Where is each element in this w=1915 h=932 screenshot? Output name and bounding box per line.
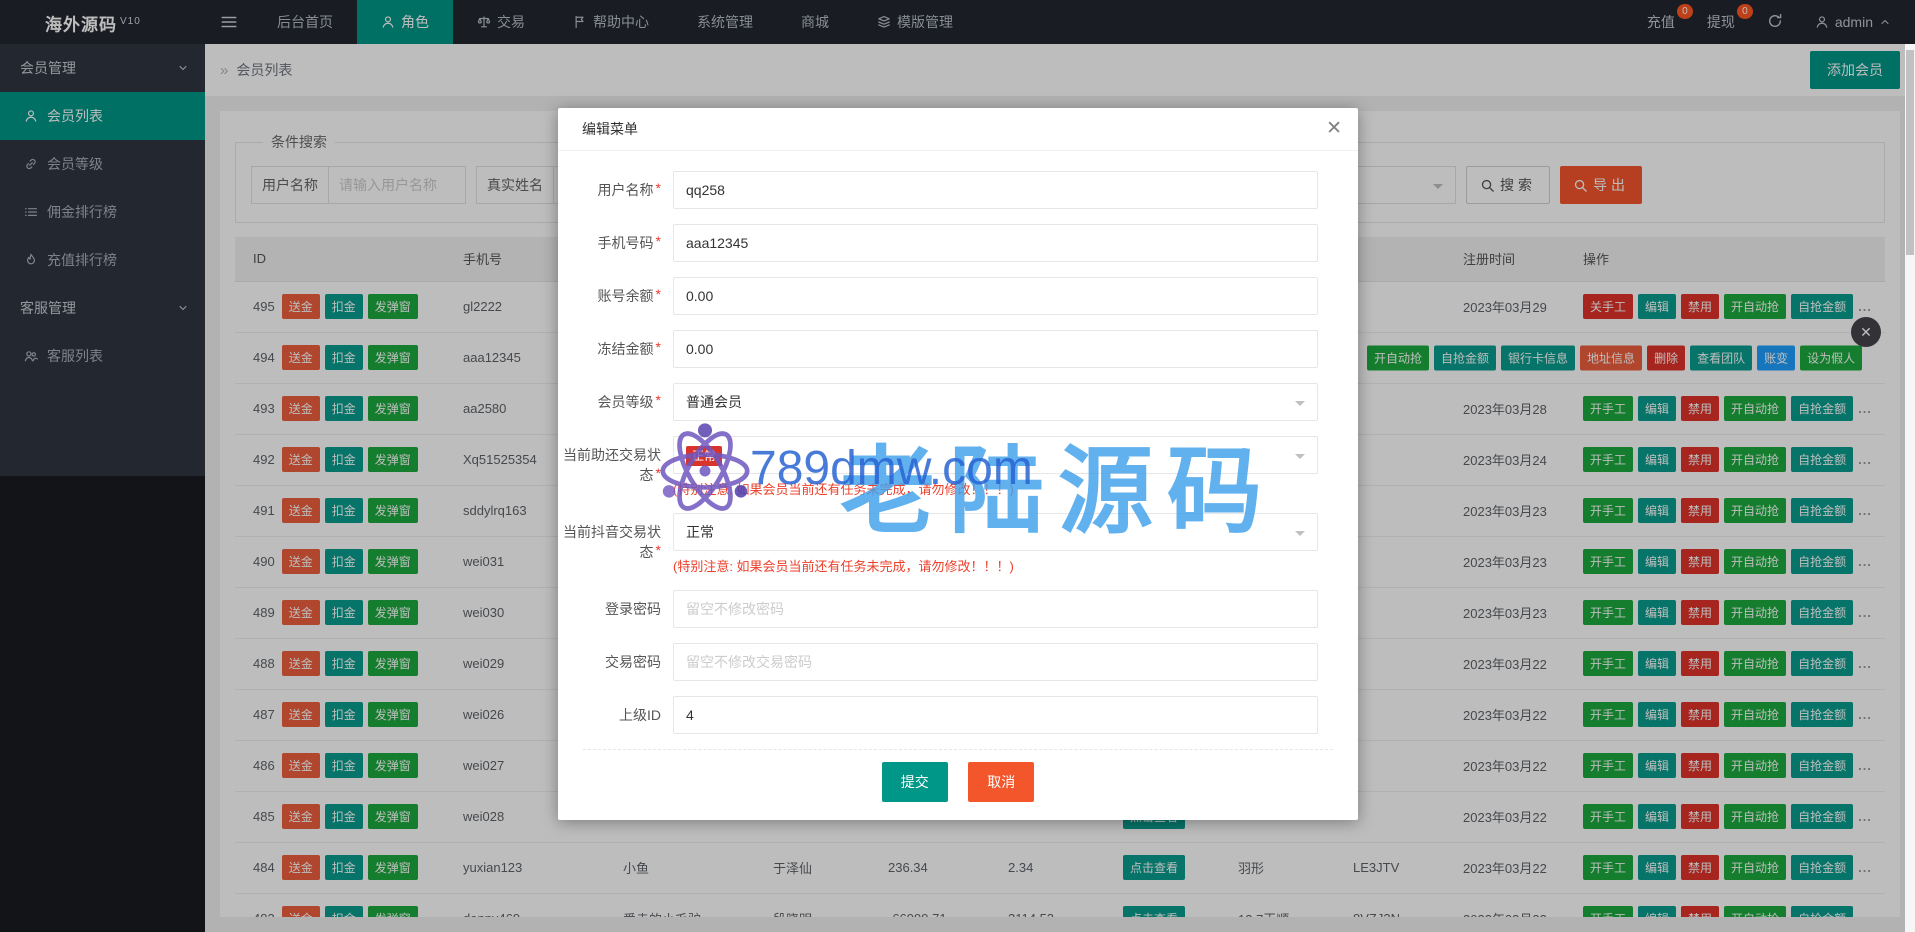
field-label: 当前抖音交易状态* bbox=[558, 513, 673, 575]
form-row-6: 当前抖音交易状态* 正常 (特别注意: 如果会员当前还有任务未完成，请勿修改！！！) bbox=[558, 513, 1318, 575]
form-row-8: 交易密码 bbox=[558, 643, 1318, 681]
form-row-1: 手机号码* bbox=[558, 224, 1318, 262]
input-8[interactable] bbox=[673, 643, 1318, 681]
field-main bbox=[673, 330, 1318, 368]
field-main bbox=[673, 277, 1318, 315]
field-label: 交易密码 bbox=[558, 643, 673, 681]
field-label: 会员等级* bbox=[558, 383, 673, 421]
vertical-scrollbar[interactable] bbox=[1905, 44, 1915, 932]
input-0[interactable] bbox=[673, 171, 1318, 209]
field-label: 手机号码* bbox=[558, 224, 673, 262]
field-main bbox=[673, 590, 1318, 628]
required-asterisk: * bbox=[656, 542, 661, 558]
cancel-button[interactable]: 取消 bbox=[968, 762, 1034, 802]
field-label: 冻结金额* bbox=[558, 330, 673, 368]
field-main: 正常 (特别注意: 如果会员当前还有任务未完成，请勿修改！！！) bbox=[673, 513, 1318, 575]
required-asterisk: * bbox=[656, 286, 661, 302]
form-row-2: 账号余额* bbox=[558, 277, 1318, 315]
required-asterisk: * bbox=[656, 392, 661, 408]
select-value: 普通会员 bbox=[686, 394, 742, 410]
submit-button[interactable]: 提交 bbox=[882, 762, 948, 802]
form-row-3: 冻结金额* bbox=[558, 330, 1318, 368]
modal-title: 编辑菜单 bbox=[558, 108, 1358, 151]
chevron-down-icon bbox=[1295, 531, 1305, 541]
input-2[interactable] bbox=[673, 277, 1318, 315]
field-main bbox=[673, 643, 1318, 681]
input-1[interactable] bbox=[673, 224, 1318, 262]
scrollbar-thumb[interactable] bbox=[1906, 50, 1914, 255]
select-4[interactable]: 普通会员 bbox=[673, 383, 1318, 421]
input-7[interactable] bbox=[673, 590, 1318, 628]
field-label: 账号余额* bbox=[558, 277, 673, 315]
form-row-4: 会员等级* 普通会员 bbox=[558, 383, 1318, 421]
select-5[interactable]: 正常 bbox=[673, 436, 1318, 474]
field-main bbox=[673, 224, 1318, 262]
chevron-down-icon bbox=[1295, 454, 1305, 464]
required-asterisk: * bbox=[656, 465, 661, 481]
close-icon[interactable]: ✕ bbox=[1326, 118, 1342, 140]
input-3[interactable] bbox=[673, 330, 1318, 368]
form-row-5: 当前助还交易状态* 正常 (特别注意: 如果会员当前还有任务未完成，请勿修改！！！) bbox=[558, 436, 1318, 498]
status-badge: 正常 bbox=[686, 446, 722, 466]
input-9[interactable] bbox=[673, 696, 1318, 734]
form-row-7: 登录密码 bbox=[558, 590, 1318, 628]
field-main bbox=[673, 696, 1318, 734]
select-6[interactable]: 正常 bbox=[673, 513, 1318, 551]
field-main bbox=[673, 171, 1318, 209]
required-asterisk: * bbox=[656, 180, 661, 196]
field-warning: (特别注意: 如果会员当前还有任务未完成，请勿修改！！！) bbox=[673, 556, 1318, 575]
field-label: 登录密码 bbox=[558, 590, 673, 628]
field-main: 普通会员 bbox=[673, 383, 1318, 421]
required-asterisk: * bbox=[656, 233, 661, 249]
field-warning: (特别注意: 如果会员当前还有任务未完成，请勿修改！！！) bbox=[673, 479, 1318, 498]
modal-footer: 提交 取消 bbox=[583, 749, 1333, 820]
form-row-0: 用户名称* bbox=[558, 171, 1318, 209]
select-value: 正常 bbox=[686, 524, 714, 540]
field-label: 上级ID bbox=[558, 696, 673, 734]
chevron-down-icon bbox=[1295, 401, 1305, 411]
edit-member-modal: 编辑菜单 ✕ 用户名称* 手机号码* 账号余额* 冻结金额* 会员等级* 普通会员当前助还… bbox=[558, 108, 1358, 820]
required-asterisk: * bbox=[656, 339, 661, 355]
field-main: 正常 (特别注意: 如果会员当前还有任务未完成，请勿修改！！！) bbox=[673, 436, 1318, 498]
form-row-9: 上级ID bbox=[558, 696, 1318, 734]
field-label: 当前助还交易状态* bbox=[558, 436, 673, 498]
field-label: 用户名称* bbox=[558, 171, 673, 209]
